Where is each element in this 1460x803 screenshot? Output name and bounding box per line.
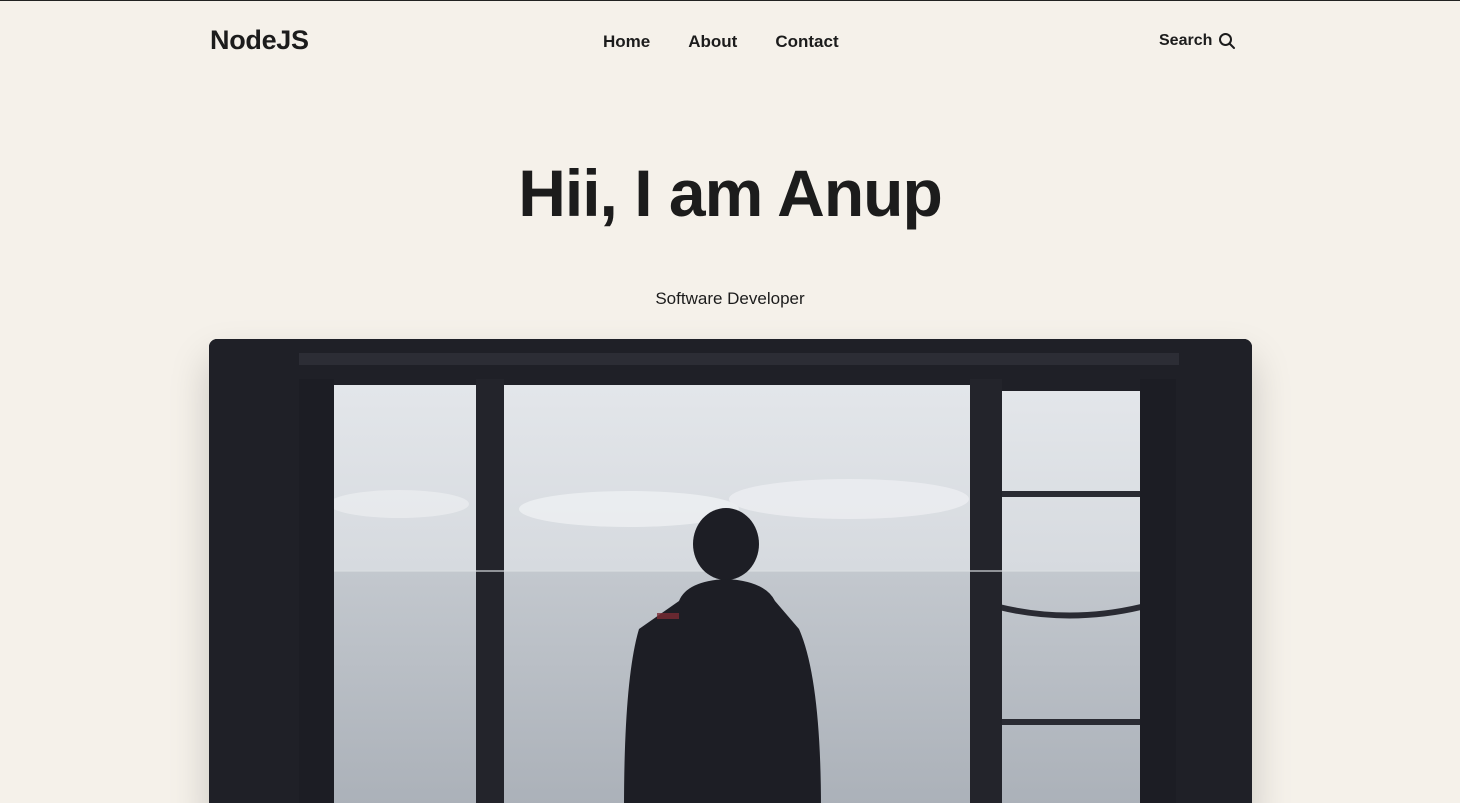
site-logo[interactable]: NodeJS bbox=[210, 25, 309, 56]
nav-contact-link[interactable]: Contact bbox=[775, 32, 838, 52]
main-nav: Home About Contact bbox=[603, 32, 839, 52]
site-header: NodeJS Home About Contact Search bbox=[0, 1, 1460, 83]
search-button[interactable]: Search bbox=[1159, 32, 1236, 50]
nav-about-link[interactable]: About bbox=[688, 32, 737, 52]
hero-title: Hii, I am Anup bbox=[518, 156, 943, 230]
hero-image bbox=[209, 339, 1252, 803]
hero-subtitle: Software Developer bbox=[655, 289, 805, 308]
search-icon bbox=[1218, 32, 1236, 50]
nav-home-link[interactable]: Home bbox=[603, 32, 650, 52]
person-at-window-photo bbox=[209, 339, 1252, 803]
search-label: Search bbox=[1159, 32, 1213, 49]
